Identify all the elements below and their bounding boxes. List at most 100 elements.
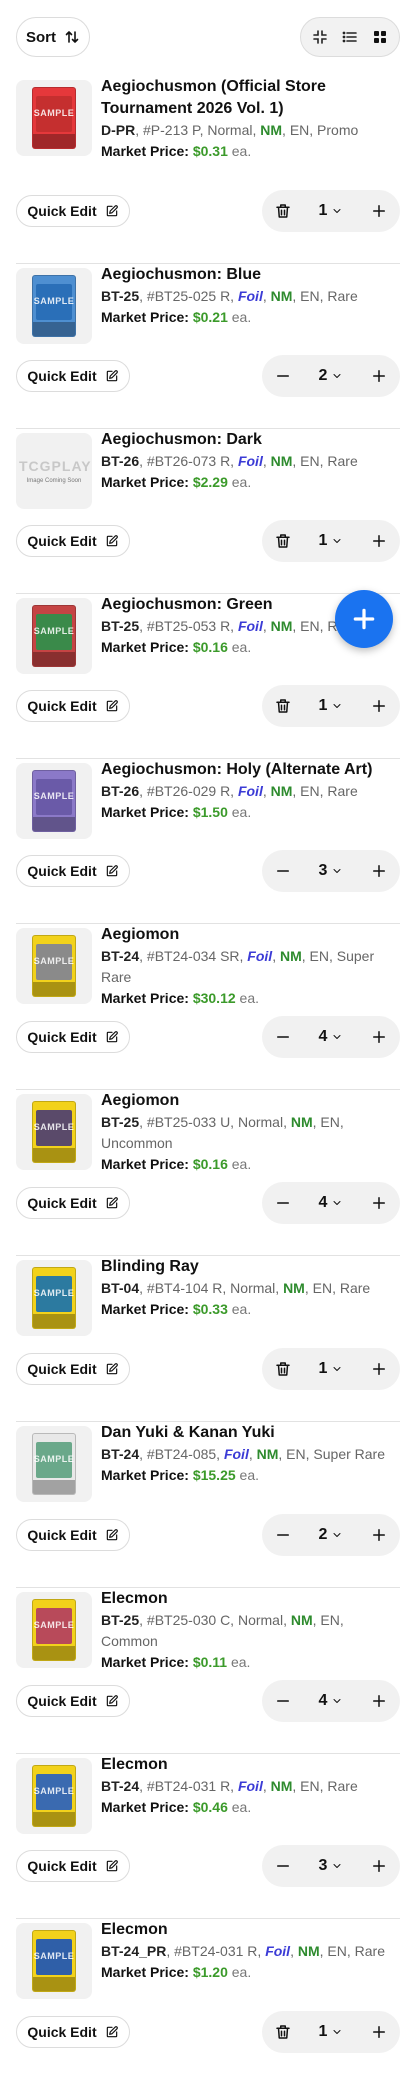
quantity-select[interactable]: 4 xyxy=(319,1194,344,1212)
grid-view-button[interactable] xyxy=(366,23,394,51)
card-text-box xyxy=(33,652,75,666)
increase-button[interactable] xyxy=(363,2016,395,2048)
list-view-button[interactable] xyxy=(336,23,364,51)
card-thumbnail[interactable]: SAMPLE xyxy=(16,1260,92,1336)
market-price-label: Market Price: xyxy=(101,143,193,159)
card-image: SAMPLE xyxy=(32,1433,76,1495)
card-thumbnail[interactable]: SAMPLE xyxy=(16,1426,92,1502)
price-unit: ea. xyxy=(235,990,260,1006)
card-thumbnail[interactable]: SAMPLE xyxy=(16,1094,92,1170)
sample-watermark: SAMPLE xyxy=(33,626,75,636)
quick-edit-button[interactable]: Quick Edit xyxy=(16,1850,130,1882)
edit-icon xyxy=(106,700,118,712)
set-code: BT-24 xyxy=(101,1446,140,1462)
item-controls: Quick Edit 1 xyxy=(16,1348,400,1390)
decrease-button[interactable] xyxy=(267,1685,299,1717)
compact-view-icon xyxy=(313,30,327,44)
quick-edit-button[interactable]: Quick Edit xyxy=(16,690,130,722)
market-price-label: Market Price: xyxy=(101,639,193,655)
quantity-select[interactable]: 1 xyxy=(319,532,344,550)
card-thumbnail[interactable]: SAMPLE xyxy=(16,928,92,1004)
remove-button[interactable] xyxy=(267,690,299,722)
increase-button[interactable] xyxy=(363,1353,395,1385)
remove-button[interactable] xyxy=(267,2016,299,2048)
set-code: BT-26 xyxy=(101,783,140,799)
decrease-button[interactable] xyxy=(267,1021,299,1053)
increase-button[interactable] xyxy=(363,1685,395,1717)
quantity-select[interactable]: 1 xyxy=(319,1360,344,1378)
card-thumbnail[interactable]: TCGPLAYER Image Coming Soon xyxy=(16,433,92,509)
increase-button[interactable] xyxy=(363,195,395,227)
card-name[interactable]: Elecmon xyxy=(101,1919,400,1941)
card-thumbnail[interactable]: SAMPLE xyxy=(16,598,92,674)
remove-button[interactable] xyxy=(267,525,299,557)
card-name[interactable]: Aegiochusmon (Official Store Tournament … xyxy=(101,76,400,120)
decrease-button[interactable] xyxy=(267,1187,299,1219)
quantity-select[interactable]: 4 xyxy=(319,1028,344,1046)
compact-view-button[interactable] xyxy=(306,23,334,51)
quick-edit-button[interactable]: Quick Edit xyxy=(16,1187,130,1219)
quantity-select[interactable]: 1 xyxy=(319,2023,344,2041)
remove-button[interactable] xyxy=(267,1353,299,1385)
card-name[interactable]: Aegiochusmon: Holy (Alternate Art) xyxy=(101,759,400,781)
item-controls: Quick Edit 4 xyxy=(16,1182,400,1224)
decrease-button[interactable] xyxy=(267,1519,299,1551)
quantity-select[interactable]: 1 xyxy=(319,697,344,715)
card-thumbnail[interactable]: SAMPLE xyxy=(16,268,92,344)
list-item: SAMPLE Aegiochusmon (Official Store Tourn… xyxy=(16,76,400,264)
quick-edit-button[interactable]: Quick Edit xyxy=(16,1021,130,1053)
sample-watermark: SAMPLE xyxy=(33,956,75,966)
edit-icon xyxy=(106,1363,118,1375)
card-thumbnail[interactable]: SAMPLE xyxy=(16,1923,92,1999)
decrease-button[interactable] xyxy=(267,360,299,392)
card-image: SAMPLE xyxy=(32,605,76,667)
card-name[interactable]: Blinding Ray xyxy=(101,1256,400,1278)
increase-button[interactable] xyxy=(363,360,395,392)
quantity-select[interactable]: 1 xyxy=(319,202,344,220)
quantity-select[interactable]: 4 xyxy=(319,1692,344,1710)
card-name[interactable]: Aegiomon xyxy=(101,924,400,946)
increase-button[interactable] xyxy=(363,1850,395,1882)
card-name[interactable]: Aegiochusmon: Dark xyxy=(101,429,400,451)
quick-edit-label: Quick Edit xyxy=(27,368,97,384)
remove-button[interactable] xyxy=(267,195,299,227)
quick-edit-button[interactable]: Quick Edit xyxy=(16,360,130,392)
card-thumbnail[interactable]: SAMPLE xyxy=(16,1592,92,1668)
quick-edit-button[interactable]: Quick Edit xyxy=(16,1685,130,1717)
quick-edit-button[interactable]: Quick Edit xyxy=(16,1519,130,1551)
increase-button[interactable] xyxy=(363,690,395,722)
quick-edit-button[interactable]: Quick Edit xyxy=(16,1353,130,1385)
card-number-printing: , #BT24-034 SR, xyxy=(139,948,248,964)
decrease-button[interactable] xyxy=(267,1850,299,1882)
quick-edit-button[interactable]: Quick Edit xyxy=(16,195,130,227)
edit-icon xyxy=(106,865,118,877)
quantity-select[interactable]: 2 xyxy=(319,1526,344,1544)
quick-edit-button[interactable]: Quick Edit xyxy=(16,525,130,557)
card-thumbnail[interactable]: SAMPLE xyxy=(16,763,92,839)
card-details: D-PR, #P-213 P, Normal, NM, EN, Promo xyxy=(101,120,400,141)
sort-button[interactable]: Sort xyxy=(16,17,90,57)
increase-button[interactable] xyxy=(363,1187,395,1219)
card-details: BT-24_PR, #BT24-031 R, Foil, NM, EN, Rar… xyxy=(101,1943,385,1959)
card-name[interactable]: Dan Yuki & Kanan Yuki xyxy=(101,1422,400,1444)
increase-button[interactable] xyxy=(363,855,395,887)
condition-label: NM xyxy=(270,618,293,634)
increase-button[interactable] xyxy=(363,1021,395,1053)
market-price-label: Market Price: xyxy=(101,1799,193,1815)
quantity-select[interactable]: 2 xyxy=(319,367,344,385)
increase-button[interactable] xyxy=(363,525,395,557)
quick-edit-button[interactable]: Quick Edit xyxy=(16,2016,130,2048)
card-thumbnail[interactable]: SAMPLE xyxy=(16,1758,92,1834)
decrease-button[interactable] xyxy=(267,855,299,887)
quantity-select[interactable]: 3 xyxy=(319,1857,344,1875)
card-thumbnail[interactable]: SAMPLE xyxy=(16,80,92,156)
increase-button[interactable] xyxy=(363,1519,395,1551)
card-name[interactable]: Aegiomon xyxy=(101,1090,400,1112)
card-name[interactable]: Elecmon xyxy=(101,1588,400,1610)
quantity-select[interactable]: 3 xyxy=(319,862,344,880)
add-button[interactable] xyxy=(335,590,393,648)
chevron-down-icon xyxy=(333,209,341,213)
card-name[interactable]: Elecmon xyxy=(101,1754,400,1776)
card-name[interactable]: Aegiochusmon: Blue xyxy=(101,264,400,286)
quick-edit-button[interactable]: Quick Edit xyxy=(16,855,130,887)
